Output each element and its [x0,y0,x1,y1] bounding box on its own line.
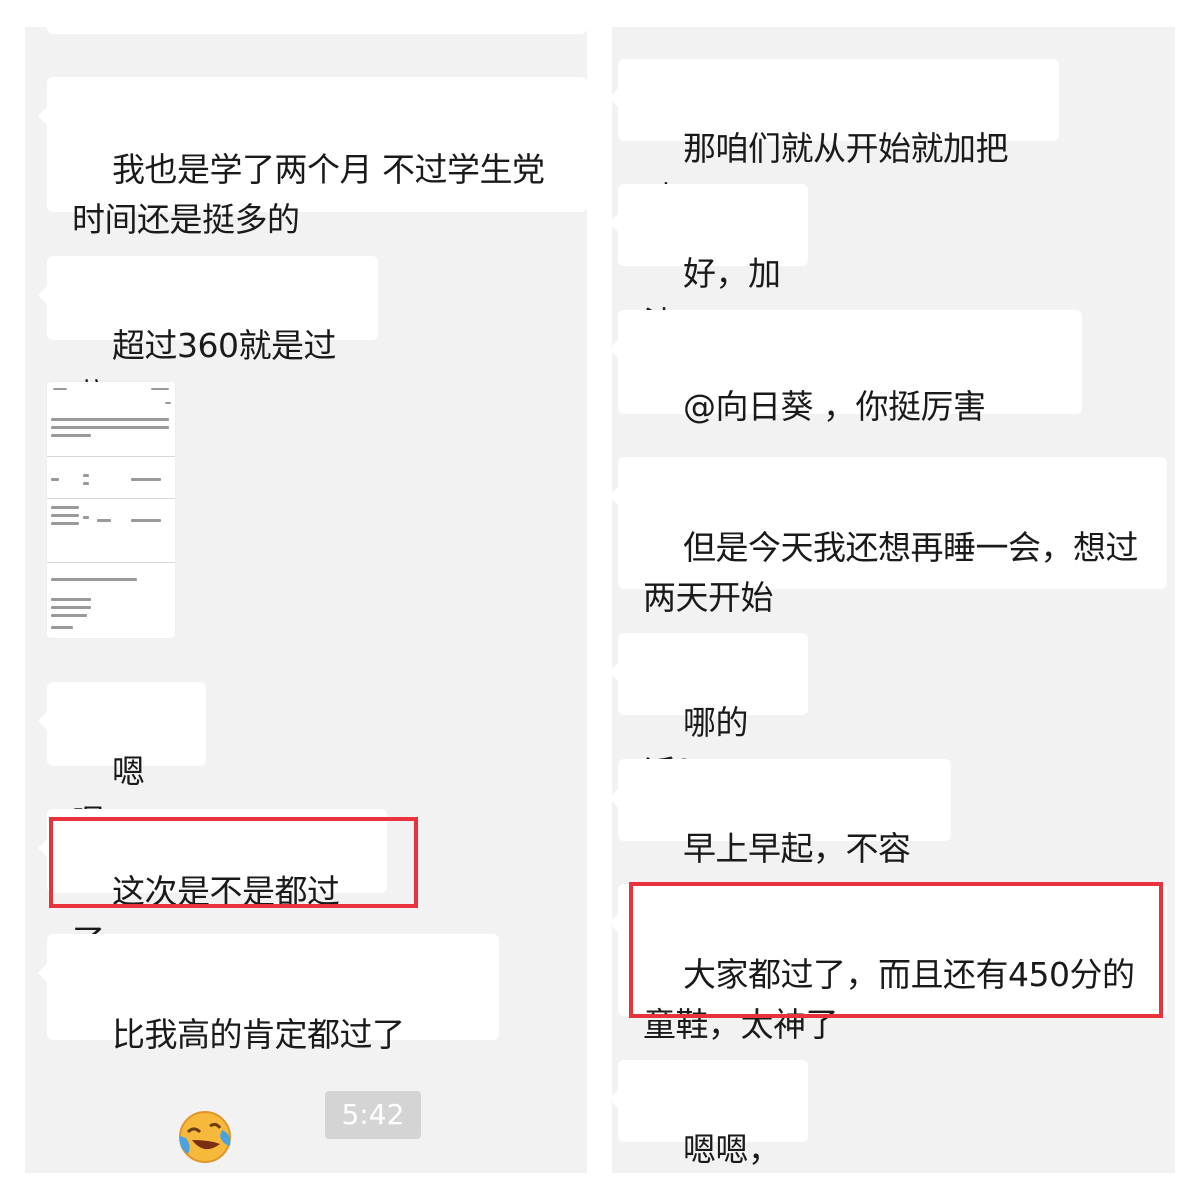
message-text: @向日葵 ，你挺厉害 [682,387,986,426]
laughing-crying-emoji-icon [118,1060,232,1173]
message-bubble[interactable]: 好，加油 [612,184,808,343]
message-bubble[interactable]: 早上早起，不容易 [612,759,951,918]
message-bubble[interactable]: 但是今天我还想再睡一会，想过 两天开始 [612,457,1167,617]
message-text: 嗯嗯，是 [682,1130,781,1169]
message-text: 我也是学了两个月 不过学生党 时间还是挺多的 [72,150,545,239]
message-bubble[interactable]: 我也是学了两个月 不过学生党 时间还是挺多的 [38,77,587,239]
previous-message-bubble [47,27,587,34]
chat-panel-right: 那咱们就从开始就加把劲 好，加油 @向日葵 ，你挺厉害 但是今天我还想再睡一会，… [612,27,1175,1173]
message-text: 但是今天我还想再睡一会，想过 两天开始 [643,528,1138,617]
message-bubble[interactable]: 哪的话？ [612,633,808,792]
timestamp-badge: 5:42 [325,1091,421,1139]
message-bubble[interactable]: 大家都过了，而且还有450分的 童鞋，太神了 [612,884,1167,1044]
message-bubble[interactable]: 这次是不是都过了 [38,809,387,961]
message-bubble[interactable]: 那咱们就从开始就加把劲 [612,59,1059,218]
message-bubble[interactable]: 比我高的肯定都过了 [38,934,499,1163]
chat-panel-left: 我也是学了两个月 不过学生党 时间还是挺多的 超过360就是过啦 嗯嗯， [25,27,587,1173]
screenshot-image-thumbnail[interactable] [47,382,175,638]
message-bubble[interactable]: 嗯嗯， [38,682,206,841]
message-bubble[interactable]: @向日葵 ，你挺厉害 [612,310,1082,535]
message-bubble[interactable]: 超过360就是过啦 [38,256,378,415]
message-text: 比我高的肯定都过了 [111,1015,405,1054]
message-bubble[interactable]: 嗯嗯，是 [612,1060,808,1169]
message-text: 大家都过了，而且还有450分的 童鞋，太神了 [643,955,1135,1044]
